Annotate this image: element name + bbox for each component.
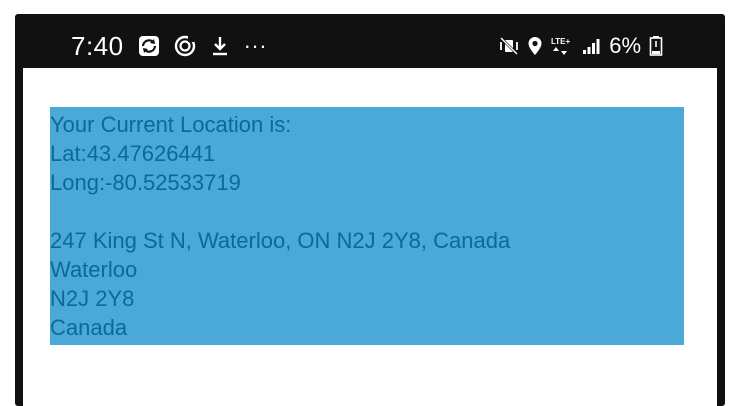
- status-bar-left: 7:40 ···: [23, 31, 267, 62]
- location-panel: Your Current Location is: Lat:43.4762644…: [50, 107, 684, 345]
- battery-percent: 6%: [609, 33, 641, 58]
- status-bar: 7:40 ··· LTE+ 6%: [23, 24, 717, 68]
- signal-bars-icon: [581, 36, 601, 56]
- svg-text:LTE+: LTE+: [551, 37, 571, 46]
- location-pin-icon: [527, 36, 543, 56]
- latitude-text: Lat:43.47626441: [50, 141, 216, 166]
- longitude-text: Long:-80.52533719: [50, 170, 241, 195]
- status-time: 7:40: [71, 30, 124, 61]
- mute-vibrate-icon: [499, 36, 519, 56]
- battery-low-icon: [649, 35, 663, 57]
- address-text: 247 King St N, Waterloo, ON N2J 2Y8, Can…: [50, 228, 511, 253]
- postal-code-text: N2J 2Y8: [50, 286, 135, 311]
- phone-screen: 7:40 ··· LTE+ 6% Your Current Location i…: [23, 24, 717, 406]
- country-text: Canada: [50, 315, 128, 340]
- city-text: Waterloo: [50, 257, 138, 282]
- status-bar-right: LTE+ 6%: [499, 33, 717, 59]
- download-icon: [210, 35, 230, 57]
- more-dots-icon: ···: [243, 33, 268, 58]
- phone-frame: 7:40 ··· LTE+ 6% Your Current Location i…: [15, 14, 725, 406]
- gallery-sync-icon: [138, 35, 160, 57]
- location-heading: Your Current Location is:: [50, 112, 292, 137]
- spacer-line: [50, 197, 684, 226]
- lte-data-icon: LTE+: [551, 35, 573, 57]
- circular-sync-icon: [174, 35, 196, 57]
